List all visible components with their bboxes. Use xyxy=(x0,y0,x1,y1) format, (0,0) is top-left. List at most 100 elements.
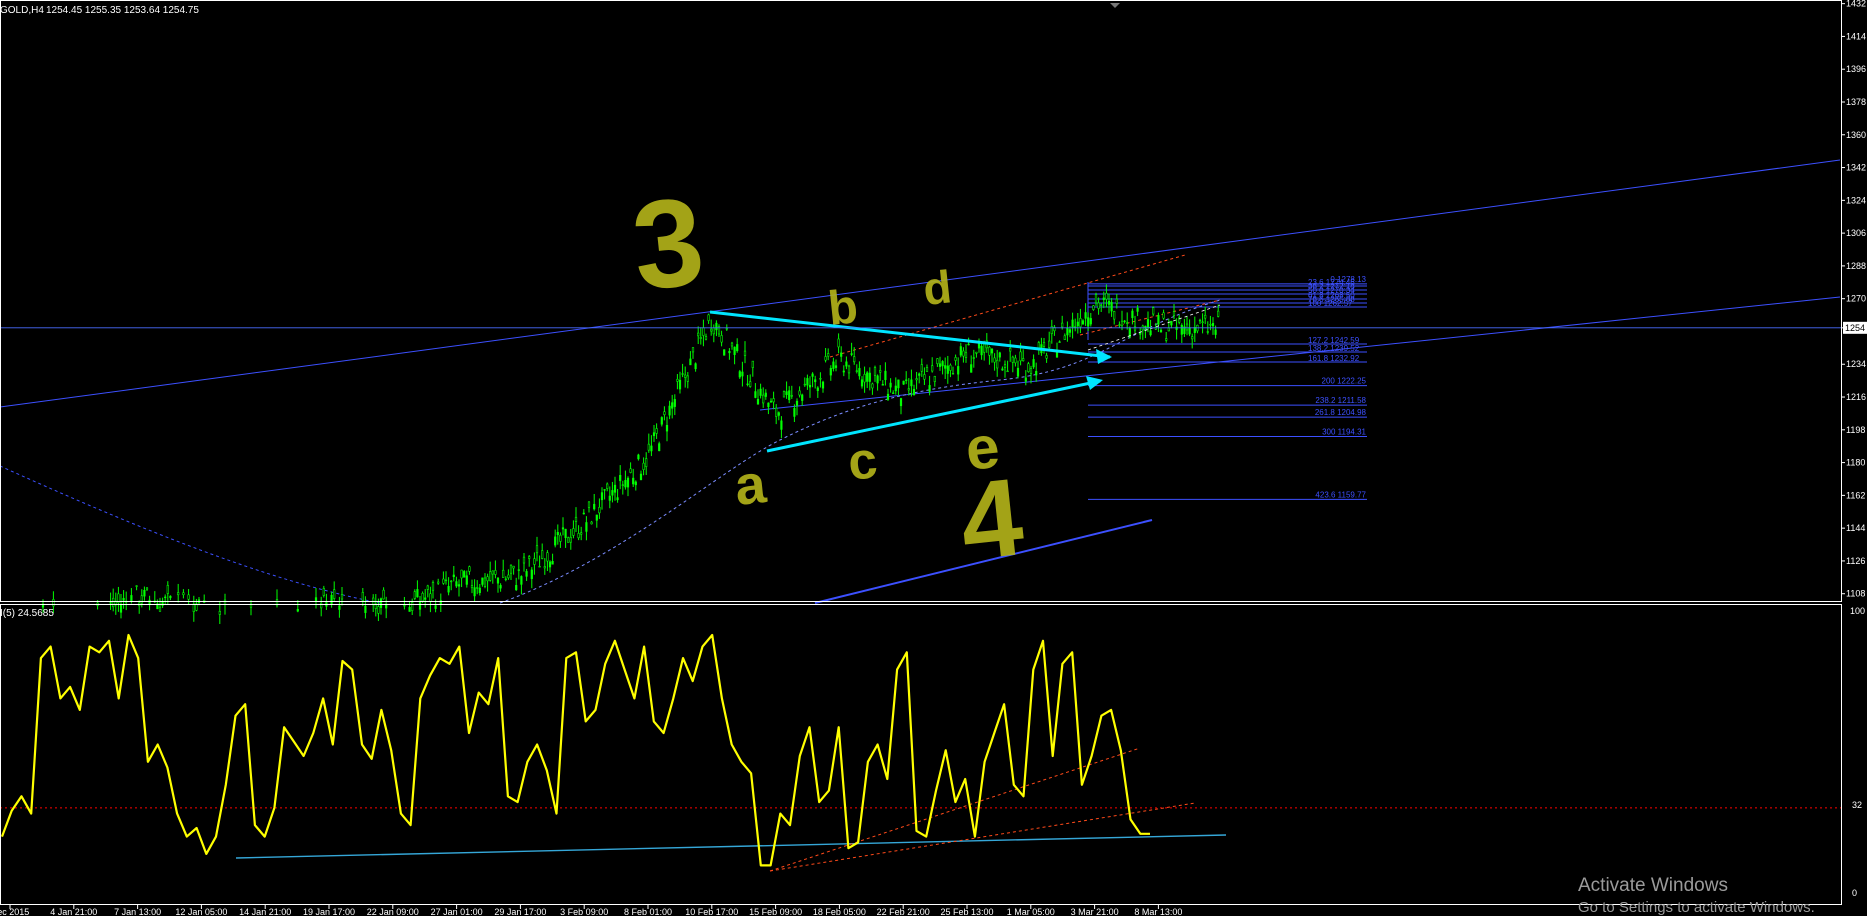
candle-body xyxy=(512,565,515,569)
candle-body xyxy=(1016,367,1020,377)
candle-body xyxy=(1118,324,1121,326)
candle-body xyxy=(572,528,575,536)
candle-body xyxy=(681,373,684,375)
fib-level-label: 261.8 1204.98 xyxy=(1315,408,1367,417)
candle-body xyxy=(1029,368,1033,374)
candle-body xyxy=(1209,324,1212,326)
candle-body xyxy=(1157,315,1160,325)
price-tick-label: 1414 xyxy=(1846,31,1866,41)
candle-body xyxy=(743,350,747,356)
candle-body xyxy=(333,589,336,599)
candle-body xyxy=(606,483,609,489)
candle-body xyxy=(741,371,744,377)
candle-body xyxy=(457,584,461,587)
candle-body xyxy=(611,490,614,496)
candle-body xyxy=(408,607,411,612)
candle-body xyxy=(577,533,580,539)
candle-body xyxy=(642,462,645,470)
candle-body xyxy=(1113,311,1116,320)
candle-body xyxy=(840,352,843,357)
candle-body xyxy=(626,477,630,488)
candle-body xyxy=(658,443,661,452)
fib-level-label: 300 1194.31 xyxy=(1322,428,1366,437)
candle-body xyxy=(725,328,728,330)
candle-body xyxy=(1126,322,1129,324)
candle-body xyxy=(819,378,822,380)
candle-body xyxy=(1014,357,1017,364)
candle-body xyxy=(1063,335,1066,340)
candle-body xyxy=(515,585,518,591)
wave-label-annotation: d xyxy=(921,260,954,315)
candle-body xyxy=(382,589,385,600)
candle-body xyxy=(905,379,908,381)
fib-level-label: 0 1278.13 xyxy=(1330,275,1366,284)
candle-body xyxy=(1076,321,1079,327)
candle-body xyxy=(223,599,227,605)
candle-body xyxy=(738,371,741,378)
candle-body xyxy=(1011,356,1014,363)
candle-body xyxy=(1068,329,1072,333)
candle-body xyxy=(1123,320,1126,323)
candle-body xyxy=(556,532,559,536)
candle-body xyxy=(879,370,882,373)
candle-body xyxy=(1201,321,1204,324)
candle-body xyxy=(504,578,507,581)
candle-body xyxy=(421,593,424,602)
candle-body xyxy=(1198,319,1202,322)
price-tick-label: 1270 xyxy=(1846,294,1866,304)
candle-body xyxy=(538,565,541,568)
price-tick-label: 1198 xyxy=(1846,425,1865,435)
candle-body xyxy=(1149,330,1152,336)
candle-body xyxy=(881,384,884,386)
candle-body xyxy=(1188,327,1191,335)
candle-body xyxy=(574,516,578,522)
candle-body xyxy=(379,598,383,609)
candle-body xyxy=(816,387,819,391)
candle-body xyxy=(470,585,474,589)
candle-body xyxy=(187,594,190,600)
time-tick-label: 3 Mar 21:00 xyxy=(1071,907,1119,915)
candle-body xyxy=(1019,351,1022,362)
candle-body xyxy=(502,569,505,578)
price-tick-label: 1162 xyxy=(1846,490,1865,500)
time-tick-label: 10 Feb 17:00 xyxy=(685,907,738,915)
candle-body xyxy=(827,353,830,357)
candle-body xyxy=(795,400,799,406)
candle-body xyxy=(866,372,869,382)
candle-body xyxy=(941,361,944,367)
candle-body xyxy=(733,346,736,355)
candle-body xyxy=(860,379,864,387)
candle-body xyxy=(122,597,125,601)
candle-body xyxy=(1097,302,1100,309)
candle-body xyxy=(829,367,832,376)
candle-body xyxy=(884,370,887,380)
candle-body xyxy=(554,536,557,546)
candle-body xyxy=(936,358,939,364)
candle-body xyxy=(600,492,604,501)
candle-body xyxy=(923,374,926,380)
candle-body xyxy=(608,495,611,501)
candle-body xyxy=(793,408,796,417)
candle-body xyxy=(314,597,318,602)
candle-body xyxy=(788,390,791,401)
candle-body xyxy=(182,592,185,596)
candle-body xyxy=(655,428,658,434)
candle-body xyxy=(1087,317,1090,327)
candle-body xyxy=(418,602,422,610)
candle-body xyxy=(533,558,536,565)
candle-body xyxy=(595,514,598,521)
candle-body xyxy=(525,571,528,577)
candle-body xyxy=(455,581,458,587)
candle-body xyxy=(164,596,167,599)
candle-body xyxy=(119,604,123,613)
candle-body xyxy=(411,602,414,611)
candle-body xyxy=(496,577,500,584)
candle-body xyxy=(1206,331,1209,333)
candle-body xyxy=(972,357,975,359)
candle-body xyxy=(541,550,544,559)
candle-body xyxy=(585,522,588,532)
candle-body xyxy=(1058,341,1061,343)
candle-body xyxy=(1100,304,1103,306)
candle-body xyxy=(320,602,323,609)
candle-body xyxy=(837,338,840,348)
